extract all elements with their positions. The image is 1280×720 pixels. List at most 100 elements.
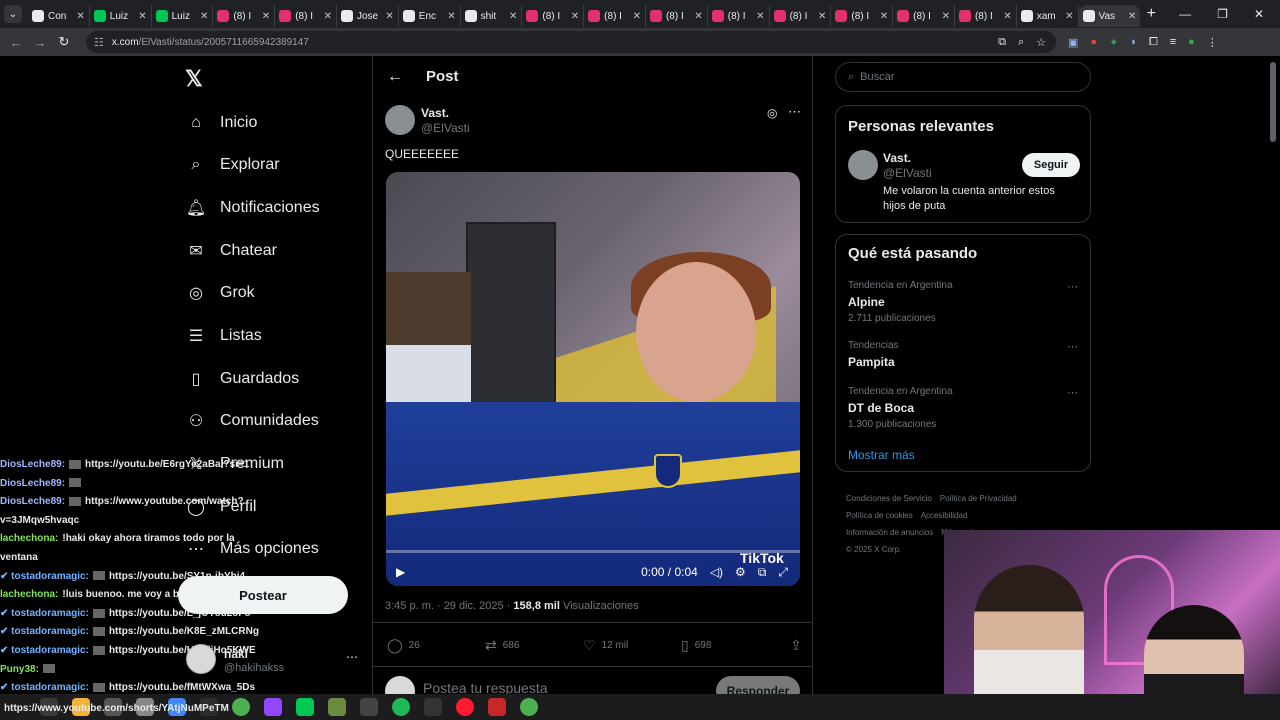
person-name[interactable]: Vast. (883, 151, 911, 165)
nav-item-inicio[interactable]: ⌂ Inicio (185, 108, 257, 138)
browser-tab[interactable]: (8) I ✕ (770, 5, 832, 27)
footer-link[interactable]: Política de cookies (846, 511, 913, 520)
nav-item-notificaciones[interactable]: 🔔︎ Notificaciones (185, 193, 320, 223)
tab-close-icon[interactable]: ✕ (633, 11, 641, 22)
browser-tab[interactable]: Luiz ✕ (152, 5, 214, 27)
grok-icon[interactable]: ◎ (767, 106, 777, 120)
opera-icon[interactable] (456, 698, 474, 716)
like-button[interactable]: ♡ 12 mil (583, 637, 681, 654)
trend-item[interactable]: Tendencia en Argentina DT de Boca 1.300 pu… (848, 386, 1078, 430)
tab-close-icon[interactable]: ✕ (509, 11, 517, 22)
tab-close-icon[interactable]: ✕ (200, 11, 208, 22)
browser-tab[interactable]: Enc ✕ (399, 5, 461, 27)
tab-close-icon[interactable]: ✕ (1128, 11, 1136, 22)
trend-item[interactable]: Tendencia en Argentina Alpine 2.711 public… (848, 280, 1078, 324)
video-progress-bar[interactable] (386, 550, 800, 553)
browser-tab[interactable]: (8) I ✕ (646, 5, 708, 27)
trend-more-icon[interactable]: ⋯ (1067, 386, 1078, 399)
follow-button[interactable]: Seguir (1022, 153, 1080, 177)
install-app-icon[interactable]: ⧉ (998, 36, 1006, 49)
show-more-link[interactable]: Mostrar más (848, 448, 915, 462)
nav-item-grok[interactable]: ◎ Grok (185, 278, 255, 308)
footer-link[interactable]: © 2025 X Corp. (846, 545, 901, 554)
back-icon[interactable]: ← (4, 35, 28, 50)
tab-close-icon[interactable]: ✕ (1003, 11, 1011, 22)
tab-close-icon[interactable]: ✕ (138, 11, 146, 22)
nav-item-comunidades[interactable]: ⚇ Comunidades (185, 406, 319, 436)
browser-tab[interactable]: (8) I ✕ (893, 5, 955, 27)
back-arrow-icon[interactable]: ← (387, 68, 403, 86)
browser-tab[interactable]: xam ✕ (1017, 5, 1079, 27)
tab-close-icon[interactable]: ✕ (262, 11, 270, 22)
footer-link[interactable]: Información de anuncios (846, 528, 933, 537)
bookmark-button[interactable]: ▯ 698 (681, 637, 779, 654)
post-timestamp[interactable]: 3:45 p. m. · 29 dic. 2025 · (385, 600, 513, 612)
footer-link[interactable]: Política de Privacidad (940, 494, 1017, 503)
nav-item-listas[interactable]: ☰ Listas (185, 321, 262, 351)
app-icon[interactable] (328, 698, 346, 716)
browser-tab[interactable]: Vas ✕ (1078, 5, 1141, 27)
app-icon[interactable] (296, 698, 314, 716)
puzzle-icon[interactable]: ⧠ (1149, 36, 1158, 49)
trend-more-icon[interactable]: ⋯ (1067, 280, 1078, 293)
volume-icon[interactable]: ◁) (710, 565, 723, 579)
nav-item-guardados[interactable]: ▯ Guardados (185, 364, 300, 394)
page-scrollbar[interactable] (1270, 62, 1276, 142)
person-avatar[interactable] (848, 150, 878, 180)
account-switcher[interactable]: haki @hakihakss ⋯ (186, 644, 366, 680)
app-icon[interactable] (488, 698, 506, 716)
tab-close-icon[interactable]: ✕ (76, 11, 84, 22)
tab-close-icon[interactable]: ✕ (324, 11, 332, 22)
chrome-icon[interactable] (520, 698, 538, 716)
browser-tab[interactable]: (8) I ✕ (708, 5, 770, 27)
bookmark-star-icon[interactable]: ☆ (1036, 36, 1046, 49)
tab-close-icon[interactable]: ✕ (942, 11, 950, 22)
pip-icon[interactable]: ⧉ (758, 565, 767, 580)
nav-item-chatear[interactable]: ✉ Chatear (185, 236, 277, 266)
tab-close-icon[interactable]: ✕ (880, 11, 888, 22)
more-options-icon[interactable]: ⋯ (788, 104, 801, 120)
footer-link[interactable]: Accesibilidad (921, 511, 968, 520)
share-icon[interactable]: ⇪ (790, 637, 802, 654)
browser-tab[interactable]: (8) I ✕ (522, 5, 585, 27)
tab-close-icon[interactable]: ✕ (1065, 11, 1073, 22)
site-info-icon[interactable]: ☷ (94, 36, 104, 49)
browser-tab[interactable]: Con ✕ (28, 5, 90, 27)
trend-more-icon[interactable]: ⋯ (1067, 340, 1078, 353)
new-tab-button[interactable]: + (1140, 5, 1162, 23)
restore-icon[interactable]: ❐ (1217, 7, 1228, 21)
extension-icon[interactable]: ✦ (1109, 36, 1118, 49)
close-window-icon[interactable]: ✕ (1254, 7, 1264, 21)
tab-close-icon[interactable]: ✕ (447, 11, 455, 22)
x-logo[interactable]: 𝕏 (185, 66, 203, 92)
app-icon[interactable] (264, 698, 282, 716)
app-icon[interactable] (360, 698, 378, 716)
profile-avatar[interactable]: ● (1188, 36, 1195, 49)
tab-search-icon[interactable]: ⌄ (4, 5, 22, 23)
extension-icon[interactable]: ● (1090, 36, 1097, 49)
author-avatar[interactable] (385, 105, 415, 135)
tab-close-icon[interactable]: ✕ (756, 11, 764, 22)
extension-icon[interactable]: ▣ (1068, 36, 1078, 49)
tab-close-icon[interactable]: ✕ (694, 11, 702, 22)
fullscreen-icon[interactable]: ⤢ (778, 565, 788, 580)
browser-tab[interactable]: (8) I ✕ (584, 5, 646, 27)
tab-close-icon[interactable]: ✕ (818, 11, 826, 22)
address-bar[interactable]: ☷ x.com/ElVasti/status/20057116659423891… (86, 31, 1056, 53)
nav-item-explorar[interactable]: ⌕ Explorar (185, 150, 280, 180)
app-icon[interactable] (424, 698, 442, 716)
footer-link[interactable]: Condiciones de Servicio (846, 494, 932, 503)
browser-tab[interactable]: (8) I ✕ (213, 5, 276, 27)
tab-close-icon[interactable]: ✕ (385, 11, 393, 22)
video-player[interactable]: TikTok ▶ 0:00 / 0:04 ◁) ⚙ ⧉ ⤢ (386, 172, 800, 586)
zoom-icon[interactable]: ⌕ (1018, 36, 1024, 49)
reload-icon[interactable]: ↻ (52, 34, 76, 50)
browser-tab[interactable]: Luiz ✕ (90, 5, 152, 27)
minimize-icon[interactable]: — (1179, 7, 1191, 21)
chrome-icon[interactable] (232, 698, 250, 716)
extension-icon[interactable]: ◗ (1130, 36, 1137, 49)
menu-icon[interactable]: ⋮ (1207, 36, 1218, 49)
trend-item[interactable]: Tendencias Pampita ⋯ (848, 340, 1078, 369)
forward-icon[interactable]: → (28, 35, 52, 50)
browser-tab[interactable]: shit ✕ (461, 5, 523, 27)
